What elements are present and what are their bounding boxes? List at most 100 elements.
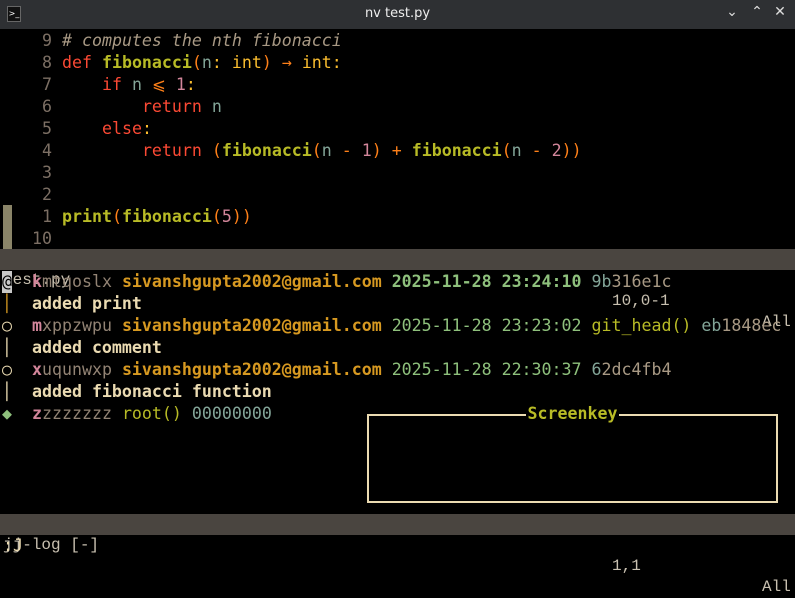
commit-hash-prefix: eb — [701, 316, 722, 335]
commit-hash: 1848ec — [721, 316, 782, 335]
git-ref: git_head() — [591, 316, 692, 335]
change-id: xppzwpu — [42, 316, 112, 335]
author-email: sivanshgupta2002@gmail.com — [121, 316, 382, 335]
change-id-prefix: k — [32, 272, 42, 291]
code-token: ) → — [261, 53, 302, 72]
timestamp: 2025-11-28 22:30:37 — [391, 360, 582, 379]
code-line[interactable]: 4 return (fibonacci(n - 1) + fibonacci(n… — [0, 140, 795, 162]
code-text: if n ⩽ 1: — [62, 74, 196, 96]
code-token: ( — [211, 207, 222, 226]
code-line[interactable]: 3 — [0, 162, 795, 184]
line-number: 9 — [42, 31, 52, 50]
line-number: 8 — [42, 53, 52, 72]
code-line[interactable]: 2 — [0, 184, 795, 206]
code-token: # computes the nth fibonacci — [62, 31, 342, 50]
commit-row[interactable]: @ kmtqoslx sivanshgupta2002@gmail.com 202… — [0, 271, 795, 293]
graph-edge-icon: │ — [2, 338, 12, 357]
change-id-prefix: z — [32, 404, 42, 423]
change-id-prefix: x — [32, 360, 42, 379]
commit-header: mxppzwpu sivanshgupta2002@gmail.com 2025… — [32, 315, 781, 337]
commit-node-icon: ○ — [2, 316, 12, 335]
commit-hash: 2dc4fb4 — [601, 360, 672, 379]
code-token: : — [141, 119, 152, 138]
close-button[interactable]: ✕ — [770, 4, 790, 20]
commit-description-row[interactable]: │ added fibonacci function — [0, 381, 795, 403]
line-number: 4 — [42, 141, 52, 160]
code-token: : — [185, 75, 196, 94]
minimize-button[interactable]: ⌄ — [722, 4, 742, 20]
code-token: ( — [191, 53, 202, 72]
code-line[interactable]: 8 def fibonacci(n: int) → int: — [0, 52, 795, 74]
commit-description-row[interactable]: │ added comment — [0, 337, 795, 359]
code-token: print — [62, 207, 112, 226]
commit-hash-prefix: 6 — [591, 360, 602, 379]
line-number: 2 — [42, 185, 52, 204]
status-position: 1,1 — [612, 557, 641, 575]
line-number: 6 — [42, 97, 52, 116]
change-id: mtqoslx — [42, 272, 112, 291]
timestamp: 2025-11-28 23:23:02 — [391, 316, 582, 335]
code-token: fibonacci — [221, 141, 312, 160]
code-token: n — [511, 141, 532, 160]
code-line[interactable]: 7 if n ⩽ 1: — [0, 74, 795, 96]
screenkey-box: Screenkey — [367, 404, 778, 503]
code-token: ( — [311, 141, 322, 160]
code-token: fibonacci — [101, 53, 192, 72]
code-token: ( — [501, 141, 512, 160]
code-token: n — [201, 53, 212, 72]
code-token: )) — [561, 141, 582, 160]
line-number: 7 — [42, 75, 52, 94]
commit-hash: 00000000 — [191, 404, 272, 423]
maximize-button[interactable]: ⌃ — [747, 4, 767, 20]
commit-description-row[interactable]: │ added print — [0, 293, 795, 315]
code-token: n — [131, 75, 152, 94]
code-token: return — [141, 141, 212, 160]
code-token: def — [62, 53, 102, 72]
code-token: n — [321, 141, 342, 160]
code-token: ) + — [371, 141, 412, 160]
code-token: ( — [111, 207, 122, 226]
code-token: 1 — [361, 141, 372, 160]
line-number: 5 — [42, 119, 52, 138]
status-scroll: All — [762, 578, 791, 596]
code-token: if — [101, 75, 132, 94]
code-text: # computes the nth fibonacci — [62, 30, 342, 52]
screenkey-title: Screenkey — [525, 404, 620, 423]
timestamp: 2025-11-28 23:24:10 — [391, 272, 582, 291]
code-text: print(fibonacci(5)) — [62, 206, 252, 228]
root-ref: root() — [121, 404, 182, 423]
working-copy-marker-icon: @ — [2, 271, 12, 293]
commit-header: kmtqoslx sivanshgupta2002@gmail.com 2025… — [32, 271, 671, 293]
author-email: sivanshgupta2002@gmail.com — [121, 272, 382, 291]
code-token: return — [141, 97, 212, 116]
code-token: fibonacci — [411, 141, 502, 160]
code-line[interactable]: 6 return n — [0, 96, 795, 118]
log-status-line: jj-log [-] 1,1 All — [0, 514, 795, 596]
commit-description: added comment — [32, 338, 162, 357]
change-id: zzzzzzz — [42, 404, 112, 423]
commit-node-icon: ○ — [2, 360, 12, 379]
code-token: - — [531, 141, 552, 160]
command-line[interactable]: :J — [3, 535, 795, 557]
code-token: ⩽ — [151, 75, 176, 94]
code-token: fibonacci — [121, 207, 212, 226]
code-token: 1 — [175, 75, 186, 94]
change-id-prefix: m — [32, 316, 42, 335]
root-node-icon: ◆ — [2, 404, 12, 423]
code-token: 2 — [551, 141, 562, 160]
code-token: )) — [231, 207, 252, 226]
code-token: else — [101, 119, 142, 138]
code-line[interactable]: 5 else: — [0, 118, 795, 140]
code-text: else: — [62, 118, 152, 140]
commit-row[interactable]: ○ mxppzwpu sivanshgupta2002@gmail.com 202… — [0, 315, 795, 337]
code-token: ( — [211, 141, 222, 160]
window-title: nv test.py — [364, 6, 431, 21]
code-line[interactable]: 1 print(fibonacci(5)) — [0, 206, 795, 228]
change-id: uqunwxp — [42, 360, 112, 379]
commit-row[interactable]: ○ xuqunwxp sivanshgupta2002@gmail.com 202… — [0, 359, 795, 381]
code-line[interactable]: 10 — [0, 228, 795, 250]
scrollbar[interactable] — [3, 205, 12, 249]
code-line[interactable]: 9 # computes the nth fibonacci — [0, 30, 795, 52]
code-token: int: — [301, 53, 342, 72]
